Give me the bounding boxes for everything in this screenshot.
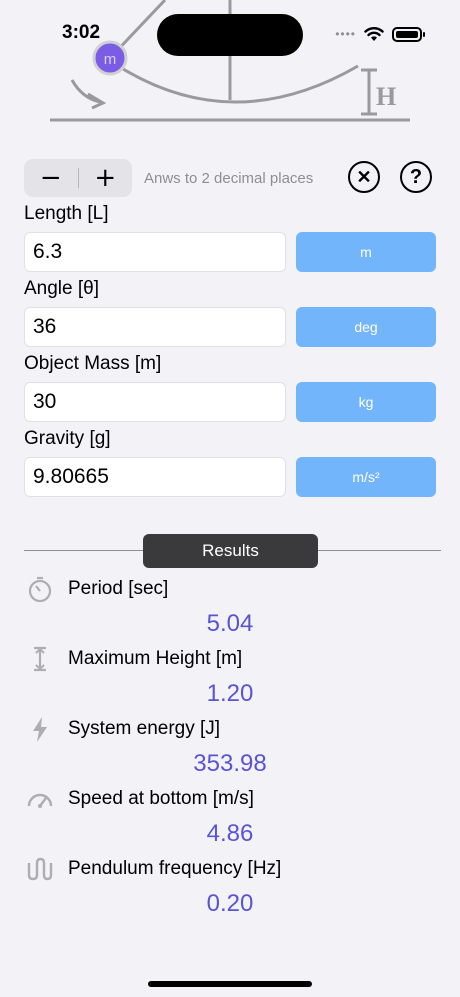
increment-button[interactable]: + [79, 159, 133, 197]
bolt-icon [33, 717, 47, 742]
angle-label: Angle [θ] [24, 278, 99, 299]
status-time: 3:02 [62, 22, 101, 43]
angle-input[interactable]: 36 [24, 307, 286, 347]
speed-bottom-value: 4.86 [206, 820, 254, 847]
result-speed-bottom: Speed at bottom [m/s] 4.86 [24, 782, 436, 852]
max-height-value: 1.20 [206, 680, 254, 707]
stopwatch-icon [28, 576, 52, 603]
wave-icon [27, 857, 53, 881]
decimal-stepper[interactable]: − + [24, 159, 132, 197]
length-input[interactable]: 6.3 [24, 232, 286, 272]
results-tab: Results [143, 534, 318, 568]
system-energy-label: System energy [J] [68, 718, 221, 739]
frequency-value: 0.20 [206, 890, 254, 917]
clear-icon[interactable]: ✕ [348, 161, 380, 193]
mass-unit-button[interactable]: kg [296, 382, 436, 422]
result-max-height: Maximum Height [m] 1.20 [24, 642, 436, 712]
mass-input[interactable]: 30 [24, 382, 286, 422]
mass-label: Object Mass [m] [24, 353, 162, 374]
result-system-energy: System energy [J] 353.98 [24, 712, 436, 782]
status-icons: •••• [335, 26, 425, 42]
height-icon [34, 646, 46, 672]
help-icon[interactable]: ? [400, 161, 432, 193]
signal-icon: •••• [335, 27, 356, 41]
height-label: H [376, 82, 396, 111]
system-energy-value: 353.98 [193, 750, 267, 777]
speedometer-icon [27, 793, 53, 808]
controls-row: − + Anws to 2 decimal places ✕ ? [24, 158, 436, 198]
result-frequency: Pendulum frequency [Hz] 0.20 [24, 852, 436, 922]
period-value: 5.04 [206, 610, 254, 637]
length-unit-button[interactable]: m [296, 232, 436, 272]
dynamic-island [157, 14, 303, 56]
period-label: Period [sec] [68, 578, 169, 599]
swing-arc [111, 60, 359, 104]
gravity-input[interactable]: 9.80665 [24, 457, 286, 497]
decrement-button[interactable]: − [24, 159, 78, 197]
max-height-label: Maximum Height [m] [68, 648, 243, 669]
battery-icon [392, 26, 425, 42]
decimal-places-label: Anws to 2 decimal places [144, 169, 314, 187]
length-label: Length [L] [24, 203, 109, 224]
mass-label: m [104, 51, 117, 68]
gravity-unit-button[interactable]: m/s² [296, 457, 436, 497]
frequency-label: Pendulum frequency [Hz] [68, 858, 282, 879]
speed-bottom-label: Speed at bottom [m/s] [68, 788, 254, 809]
gravity-label: Gravity [g] [24, 428, 111, 449]
angle-unit-button[interactable]: deg [296, 307, 436, 347]
home-indicator[interactable] [148, 981, 312, 987]
result-period: Period [sec] 5.04 [24, 572, 436, 642]
wifi-icon [364, 27, 384, 41]
